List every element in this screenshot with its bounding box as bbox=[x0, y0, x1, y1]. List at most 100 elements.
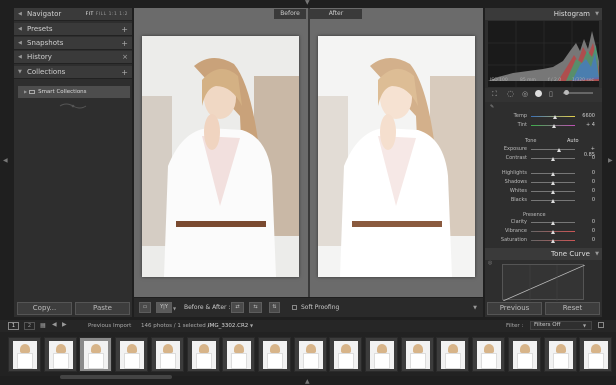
filmstrip-thumbnail[interactable] bbox=[115, 337, 149, 372]
filmstrip-scrollbar[interactable] bbox=[60, 375, 172, 379]
whites-value[interactable]: 0 bbox=[579, 188, 595, 194]
filmstrip-thumbnail[interactable] bbox=[186, 337, 220, 372]
filter-lock-icon[interactable] bbox=[598, 322, 604, 328]
filmstrip-thumbnail[interactable] bbox=[79, 337, 113, 372]
shadows-value[interactable]: 0 bbox=[579, 179, 595, 185]
presets-header[interactable]: ◀ Presets + bbox=[14, 23, 132, 36]
filmstrip-thumbnail[interactable] bbox=[507, 337, 541, 372]
copy-button[interactable]: Copy... bbox=[17, 302, 72, 315]
histogram-header[interactable]: Histogram ▼ bbox=[485, 8, 602, 20]
collections-header[interactable]: ▼ Collections + bbox=[14, 66, 132, 79]
tint-value[interactable]: + 4 bbox=[579, 122, 595, 128]
snapshots-header[interactable]: ◀ Snapshots + bbox=[14, 37, 132, 50]
exposure-slider-thumb[interactable] bbox=[557, 148, 562, 152]
filmstrip-thumbnail[interactable] bbox=[222, 337, 256, 372]
split-divider[interactable] bbox=[308, 8, 310, 297]
current-filename[interactable]: IMG_3302.CR2 bbox=[208, 323, 248, 329]
saturation-value[interactable]: 0 bbox=[579, 237, 595, 243]
vibrance-slider-thumb[interactable] bbox=[551, 230, 555, 234]
filmstrip-thumbnail[interactable] bbox=[472, 337, 506, 372]
whites-slider-thumb[interactable] bbox=[551, 190, 555, 194]
disclosure-triangle-icon[interactable]: ▶ bbox=[24, 89, 27, 94]
after-photo[interactable] bbox=[318, 36, 475, 277]
left-panel-toggle-icon[interactable]: ◀ bbox=[3, 158, 8, 164]
filmstrip-thumbnail[interactable] bbox=[293, 337, 327, 372]
add-snapshot-icon[interactable]: + bbox=[121, 37, 128, 50]
blacks-value[interactable]: 0 bbox=[579, 197, 595, 203]
spot-removal-icon[interactable]: ◌ bbox=[507, 89, 514, 98]
adjustment-brush-icon[interactable] bbox=[564, 90, 569, 95]
second-window-button[interactable]: 2 bbox=[24, 322, 35, 330]
previous-button[interactable]: Previous bbox=[487, 302, 542, 315]
source-label[interactable]: Previous Import bbox=[88, 323, 131, 329]
add-preset-icon[interactable]: + bbox=[121, 23, 128, 36]
portrait-image bbox=[318, 36, 475, 277]
filmstrip-thumbnail[interactable] bbox=[257, 337, 291, 372]
contrast-value[interactable]: 0 bbox=[579, 155, 595, 161]
shadows-slider-thumb[interactable] bbox=[551, 181, 555, 185]
navigator-header[interactable]: ◀ Navigator FIT FILL 1:1 1:2 bbox=[14, 8, 132, 21]
clarity-slider-thumb[interactable] bbox=[551, 221, 555, 225]
filmstrip-thumbnail[interactable] bbox=[8, 337, 41, 372]
swap-before-after-icon[interactable]: ⇅ bbox=[269, 302, 280, 313]
soft-proofing-checkbox[interactable] bbox=[292, 305, 297, 310]
copy-before-to-after-icon[interactable]: ⇄ bbox=[231, 302, 244, 313]
saturation-slider-thumb[interactable] bbox=[551, 239, 555, 243]
graduated-filter-icon[interactable] bbox=[535, 90, 542, 97]
clear-history-icon[interactable]: × bbox=[122, 51, 128, 64]
collection-item-smart-collections[interactable]: ▶ Smart Collections bbox=[18, 86, 130, 98]
white-balance-picker-icon[interactable]: ✎ bbox=[490, 104, 494, 110]
tone-curve-header[interactable]: Tone Curve ▼ bbox=[485, 248, 602, 260]
zoom-1-1[interactable]: 1:1 bbox=[109, 12, 118, 17]
navigator-zoom-options[interactable]: FIT FILL 1:1 1:2 bbox=[86, 8, 128, 21]
target-adjustment-icon[interactable]: ◎ bbox=[488, 260, 493, 266]
grid-view-icon[interactable]: ▦ bbox=[40, 322, 46, 329]
filmstrip-thumbnail[interactable] bbox=[436, 337, 470, 372]
auto-tone-button[interactable]: Auto bbox=[567, 138, 579, 144]
vibrance-value[interactable]: 0 bbox=[579, 228, 595, 234]
temp-value[interactable]: 6600 bbox=[579, 113, 595, 119]
loupe-view-icon[interactable]: ▭ bbox=[139, 302, 151, 313]
before-after-view-button[interactable]: Y|Y bbox=[156, 302, 172, 313]
crop-tool-icon[interactable]: ⛶ bbox=[492, 90, 497, 99]
blacks-slider-thumb[interactable] bbox=[551, 199, 555, 203]
paste-button[interactable]: Paste bbox=[75, 302, 130, 315]
toolbar-options-icon[interactable]: ▼ bbox=[473, 305, 477, 311]
back-arrow-icon[interactable]: ◀ bbox=[52, 321, 57, 328]
exposure-slider[interactable] bbox=[531, 149, 575, 150]
filmstrip-thumbnail[interactable] bbox=[543, 337, 577, 372]
temp-slider-thumb[interactable] bbox=[553, 115, 558, 119]
filmstrip-thumbnail[interactable] bbox=[365, 337, 398, 372]
right-panel-toggle-icon[interactable]: ▶ bbox=[608, 158, 613, 164]
filmstrip-thumbnail[interactable] bbox=[400, 337, 434, 372]
filter-dropdown-icon[interactable]: ▼ bbox=[583, 323, 586, 328]
reset-button[interactable]: Reset bbox=[545, 302, 600, 315]
history-header[interactable]: ◀ History × bbox=[14, 51, 132, 64]
expand-triangle-icon: ▼ bbox=[595, 251, 599, 257]
filmstrip-thumbnail[interactable] bbox=[579, 337, 613, 372]
highlights-value[interactable]: 0 bbox=[579, 170, 595, 176]
red-eye-icon[interactable]: ◎ bbox=[522, 90, 528, 98]
before-photo[interactable] bbox=[142, 36, 299, 277]
contrast-slider-thumb[interactable] bbox=[551, 157, 555, 161]
top-panel-toggle-icon[interactable]: ▼ bbox=[305, 0, 310, 6]
tint-slider-thumb[interactable] bbox=[551, 124, 556, 128]
view-mode-dropdown-icon[interactable]: ▼ bbox=[173, 306, 176, 311]
main-window-button[interactable]: 1 bbox=[8, 322, 19, 330]
highlights-slider-thumb[interactable] bbox=[551, 172, 555, 176]
copy-after-to-before-icon[interactable]: ⇆ bbox=[249, 302, 262, 313]
add-collection-icon[interactable]: + bbox=[121, 66, 128, 79]
thumbnail-image bbox=[48, 341, 73, 369]
filmstrip-thumbnail[interactable] bbox=[150, 337, 184, 372]
zoom-fill[interactable]: FILL bbox=[96, 12, 107, 17]
filmstrip-thumbnail[interactable] bbox=[43, 337, 77, 372]
zoom-1-2[interactable]: 1:2 bbox=[119, 12, 128, 17]
radial-filter-icon[interactable]: ▯ bbox=[549, 90, 553, 98]
filename-dropdown-icon[interactable]: ▼ bbox=[250, 323, 253, 328]
filmstrip-thumbnail[interactable] bbox=[329, 337, 363, 372]
tone-curve-graph[interactable] bbox=[502, 264, 586, 302]
forward-arrow-icon[interactable]: ▶ bbox=[62, 321, 67, 328]
bottom-panel-toggle-icon[interactable]: ▲ bbox=[305, 379, 310, 385]
zoom-fit[interactable]: FIT bbox=[86, 12, 94, 17]
clarity-value[interactable]: 0 bbox=[579, 219, 595, 225]
